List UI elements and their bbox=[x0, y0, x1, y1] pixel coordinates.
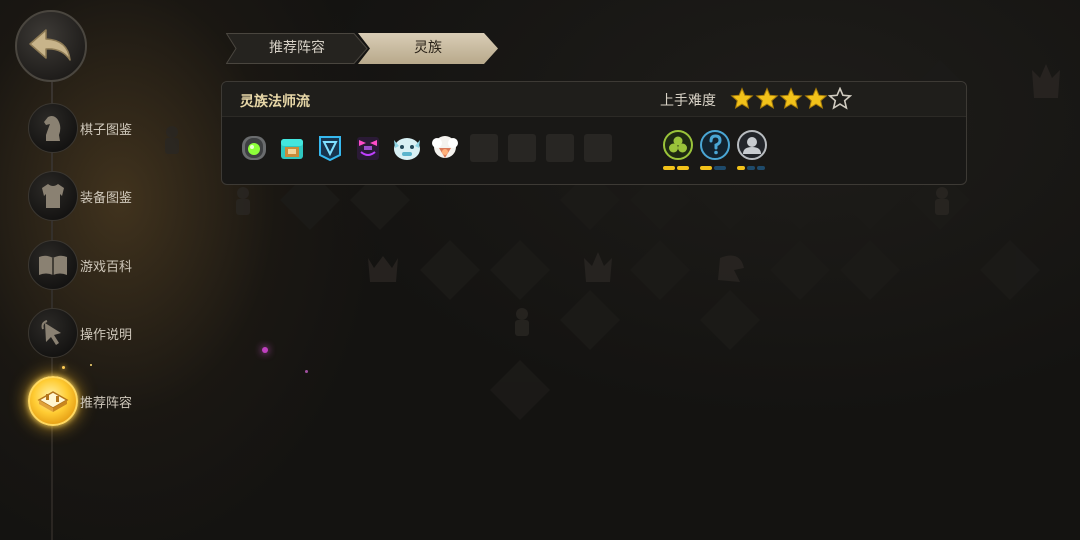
trait-item[interactable] bbox=[699, 130, 731, 174]
champion-slot[interactable] bbox=[392, 134, 420, 162]
purple-demon-mask-icon bbox=[357, 137, 379, 160]
star-filled-icon bbox=[730, 87, 754, 110]
star-filled-icon bbox=[754, 87, 779, 110]
sparkle-particle bbox=[90, 364, 92, 366]
sidebar-item-encyclopedia[interactable]: 游戏百科 bbox=[28, 240, 198, 292]
difficulty-label: 上手难度 bbox=[660, 93, 716, 109]
triple-circle-trait-icon bbox=[669, 136, 687, 153]
empty-champion-slot[interactable] bbox=[470, 134, 498, 162]
star-filled-icon bbox=[803, 87, 828, 110]
knight-icon bbox=[44, 116, 61, 141]
back-button[interactable] bbox=[15, 10, 87, 82]
trait-item[interactable] bbox=[662, 130, 694, 174]
star-empty-icon bbox=[828, 87, 852, 110]
pointer-icon bbox=[41, 320, 61, 345]
sparkle-particle bbox=[62, 366, 65, 369]
trait-pip-active bbox=[700, 166, 712, 170]
armor-icon bbox=[42, 184, 64, 208]
back-arrow-icon bbox=[29, 29, 71, 61]
board-icon bbox=[37, 391, 69, 412]
sparkle-particle bbox=[262, 347, 268, 353]
lineup-card[interactable]: 灵族法师流 上手难度 bbox=[221, 81, 967, 185]
sidebar-item-label: 推荐阵容 bbox=[80, 396, 133, 411]
trait-pip-inactive bbox=[757, 166, 765, 170]
white-ice-beast-icon bbox=[394, 138, 420, 160]
trait-item[interactable] bbox=[736, 130, 768, 174]
sidebar-item-chess-pieces[interactable]: 棋子图鉴 bbox=[28, 103, 198, 155]
trait-pip-active bbox=[677, 166, 689, 170]
book-icon bbox=[39, 255, 67, 275]
sidebar-item-label: 操作说明 bbox=[80, 328, 133, 343]
empty-champion-slot[interactable] bbox=[584, 134, 612, 162]
sidebar-item-equipment[interactable]: 装备图鉴 bbox=[28, 171, 198, 223]
champion-slot[interactable] bbox=[430, 134, 458, 162]
trait-pip-active bbox=[663, 166, 675, 170]
person-trait-icon bbox=[743, 137, 761, 154]
sidebar-item-label: 棋子图鉴 bbox=[80, 123, 133, 138]
empty-champion-slot[interactable] bbox=[508, 134, 536, 162]
question-trait-icon bbox=[709, 134, 722, 155]
champion-slot[interactable] bbox=[354, 134, 382, 162]
tab-border bbox=[226, 33, 368, 64]
blue-triangle-spirit-icon bbox=[319, 136, 341, 162]
trait-pip-inactive bbox=[747, 166, 755, 170]
sidebar-item-instructions[interactable]: 操作说明 bbox=[28, 308, 198, 360]
sidebar-item-label: 游戏百科 bbox=[80, 260, 133, 275]
empty-champion-slot[interactable] bbox=[546, 134, 574, 162]
champion-slot[interactable] bbox=[278, 134, 306, 162]
green-orb-golem-icon bbox=[242, 136, 266, 160]
sidebar-item-recommended-lineups[interactable]: 推荐阵容 bbox=[28, 376, 198, 428]
trait-pip-inactive bbox=[714, 166, 726, 170]
tab-spirit-clan[interactable]: 灵族 bbox=[358, 33, 498, 64]
star-filled-icon bbox=[779, 87, 803, 110]
trait-pip-active bbox=[737, 166, 745, 170]
champion-slot[interactable] bbox=[316, 134, 344, 162]
champion-slot[interactable] bbox=[240, 134, 268, 162]
sidebar-item-label: 装备图鉴 bbox=[80, 191, 133, 206]
lineup-card-header: 灵族法师流 上手难度 bbox=[222, 82, 966, 117]
white-sheep-icon bbox=[432, 136, 458, 158]
lineup-title: 灵族法师流 bbox=[240, 94, 310, 110]
teal-crate-bot-icon bbox=[281, 139, 303, 159]
sparkle-particle bbox=[305, 370, 308, 373]
